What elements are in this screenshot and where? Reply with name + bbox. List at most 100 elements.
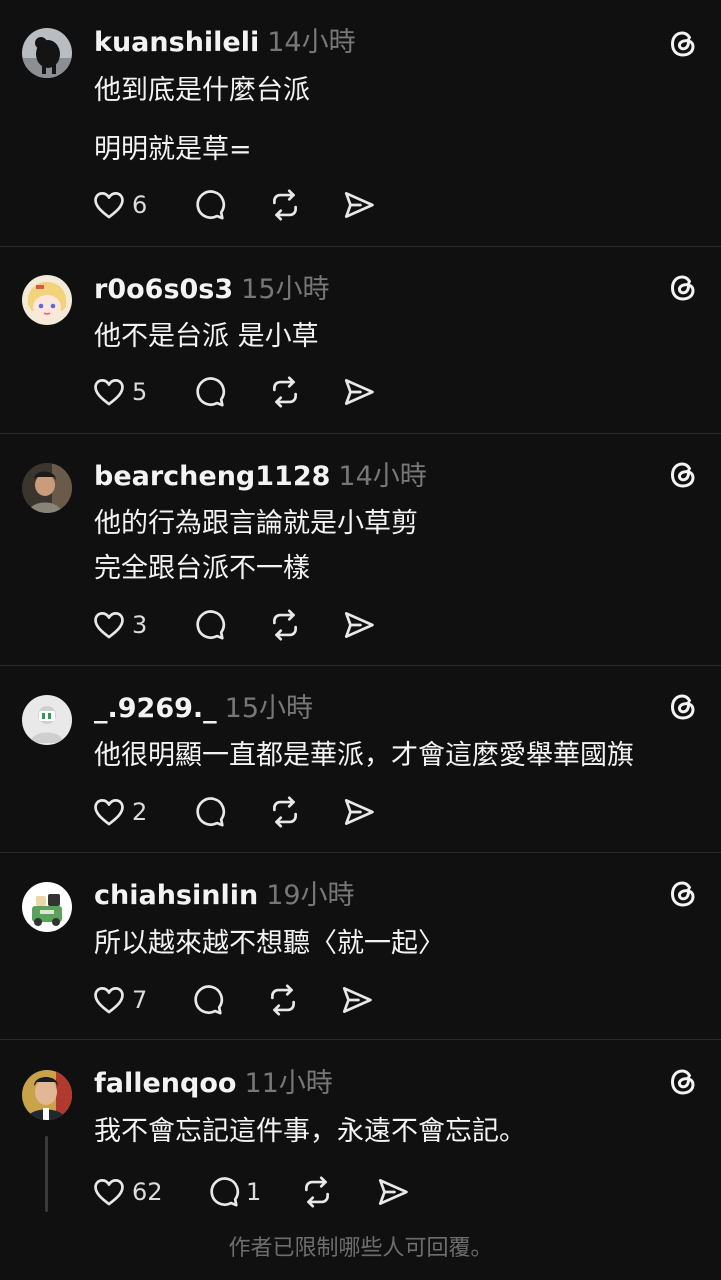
post-text: 我不會忘記這件事，永遠不會忘記。 bbox=[94, 1116, 526, 1147]
threads-icon[interactable] bbox=[666, 271, 700, 305]
share-button[interactable] bbox=[342, 608, 376, 642]
post-text: 完全跟台派不一樣 bbox=[94, 553, 310, 584]
threads-icon[interactable] bbox=[666, 27, 700, 61]
heart-icon bbox=[92, 1175, 126, 1209]
timestamp: 19小時 bbox=[266, 880, 355, 911]
reply-icon bbox=[190, 983, 224, 1017]
heart-icon bbox=[92, 608, 126, 642]
post-text: 他不是台派 是小草 bbox=[94, 321, 319, 352]
repost-button[interactable] bbox=[268, 375, 302, 409]
heart-icon bbox=[92, 375, 126, 409]
share-button[interactable] bbox=[342, 375, 376, 409]
post-header: _.9269._ 15小時 bbox=[94, 694, 313, 724]
like-count: 5 bbox=[132, 378, 148, 406]
post-text: 他到底是什麼台派 bbox=[94, 75, 310, 106]
comment-post: chiahsinlin 19小時 所以越來越不想聽〈就一起〉 7 bbox=[0, 853, 721, 1039]
share-icon bbox=[376, 1175, 410, 1209]
share-button[interactable] bbox=[342, 188, 376, 222]
avatar[interactable] bbox=[22, 275, 72, 325]
share-button[interactable] bbox=[376, 1175, 410, 1209]
repost-button[interactable] bbox=[268, 795, 302, 829]
reply-button[interactable] bbox=[190, 983, 224, 1017]
avatar[interactable] bbox=[22, 695, 72, 745]
reply-restriction-notice: 作者已限制哪些人可回覆。 bbox=[228, 1236, 493, 1261]
avatar[interactable] bbox=[22, 882, 72, 932]
repost-icon bbox=[268, 795, 302, 829]
username[interactable]: kuanshileli bbox=[94, 27, 259, 58]
repost-icon bbox=[266, 983, 300, 1017]
repost-icon bbox=[268, 188, 302, 222]
share-icon bbox=[340, 983, 374, 1017]
share-icon bbox=[342, 608, 376, 642]
timestamp: 15小時 bbox=[241, 274, 330, 305]
username[interactable]: chiahsinlin bbox=[94, 880, 258, 911]
thread-line bbox=[45, 1136, 48, 1212]
reply-icon bbox=[192, 608, 226, 642]
comment-post: fallenqoo 11小時 我不會忘記這件事，永遠不會忘記。 62 1 作者已限… bbox=[0, 1040, 721, 1280]
username[interactable]: _.9269._ bbox=[94, 693, 217, 724]
heart-icon bbox=[92, 795, 126, 829]
timestamp: 14小時 bbox=[338, 461, 427, 492]
threads-icon[interactable] bbox=[666, 1065, 700, 1099]
post-header: bearcheng1128 14小時 bbox=[94, 462, 427, 492]
comment-post: bearcheng1128 14小時 他的行為跟言論就是小草剪 完全跟台派不一樣 … bbox=[0, 434, 721, 665]
like-count: 3 bbox=[132, 611, 148, 639]
post-header: kuanshileli 14小時 bbox=[94, 28, 356, 58]
reply-count: 1 bbox=[246, 1178, 262, 1206]
reply-icon bbox=[192, 795, 226, 829]
reply-icon bbox=[192, 375, 226, 409]
like-count: 2 bbox=[132, 798, 148, 826]
post-header: r0o6s0s3 15小時 bbox=[94, 275, 330, 305]
post-text: 明明就是草= bbox=[94, 134, 252, 165]
repost-icon bbox=[300, 1175, 334, 1209]
like-count: 6 bbox=[132, 191, 148, 219]
repost-button[interactable] bbox=[268, 188, 302, 222]
like-button[interactable]: 6 bbox=[92, 188, 147, 222]
avatar[interactable] bbox=[22, 28, 72, 78]
repost-icon bbox=[268, 375, 302, 409]
like-button[interactable]: 2 bbox=[92, 795, 147, 829]
share-icon bbox=[342, 188, 376, 222]
comment-post: r0o6s0s3 15小時 他不是台派 是小草 5 bbox=[0, 247, 721, 433]
repost-icon bbox=[268, 608, 302, 642]
post-text: 他的行為跟言論就是小草剪 bbox=[94, 508, 418, 539]
username[interactable]: r0o6s0s3 bbox=[94, 274, 233, 305]
timestamp: 11小時 bbox=[244, 1068, 333, 1099]
like-button[interactable]: 5 bbox=[92, 375, 147, 409]
post-text: 所以越來越不想聽〈就一起〉 bbox=[94, 928, 445, 959]
comment-post: _.9269._ 15小時 他很明顯一直都是華派，才會這麼愛舉華國旗 2 bbox=[0, 666, 721, 852]
share-button[interactable] bbox=[342, 795, 376, 829]
post-text: 他很明顯一直都是華派，才會這麼愛舉華國旗 bbox=[94, 740, 634, 771]
reply-button[interactable] bbox=[192, 375, 226, 409]
like-button[interactable]: 3 bbox=[92, 608, 147, 642]
timestamp: 15小時 bbox=[224, 693, 314, 724]
avatar[interactable] bbox=[22, 1070, 72, 1120]
share-icon bbox=[342, 795, 376, 829]
share-icon bbox=[342, 375, 376, 409]
threads-icon[interactable] bbox=[666, 690, 700, 724]
username[interactable]: fallenqoo bbox=[94, 1068, 236, 1099]
heart-icon bbox=[92, 983, 126, 1017]
username[interactable]: bearcheng1128 bbox=[94, 461, 330, 492]
like-button[interactable]: 7 bbox=[92, 983, 147, 1017]
reply-icon bbox=[206, 1175, 240, 1209]
heart-icon bbox=[92, 188, 126, 222]
reply-button[interactable]: 1 bbox=[206, 1175, 261, 1209]
like-count: 62 bbox=[132, 1178, 163, 1206]
repost-button[interactable] bbox=[300, 1175, 334, 1209]
post-header: chiahsinlin 19小時 bbox=[94, 881, 355, 911]
repost-button[interactable] bbox=[266, 983, 300, 1017]
timestamp: 14小時 bbox=[267, 27, 356, 58]
comment-post: kuanshileli 14小時 他到底是什麼台派 明明就是草= 6 bbox=[0, 0, 721, 246]
like-button[interactable]: 62 bbox=[92, 1175, 163, 1209]
like-count: 7 bbox=[132, 986, 148, 1014]
repost-button[interactable] bbox=[268, 608, 302, 642]
reply-button[interactable] bbox=[192, 795, 226, 829]
threads-icon[interactable] bbox=[666, 458, 700, 492]
avatar[interactable] bbox=[22, 463, 72, 513]
threads-icon[interactable] bbox=[666, 877, 700, 911]
reply-button[interactable] bbox=[192, 188, 226, 222]
reply-button[interactable] bbox=[192, 608, 226, 642]
share-button[interactable] bbox=[340, 983, 374, 1017]
reply-icon bbox=[192, 188, 226, 222]
